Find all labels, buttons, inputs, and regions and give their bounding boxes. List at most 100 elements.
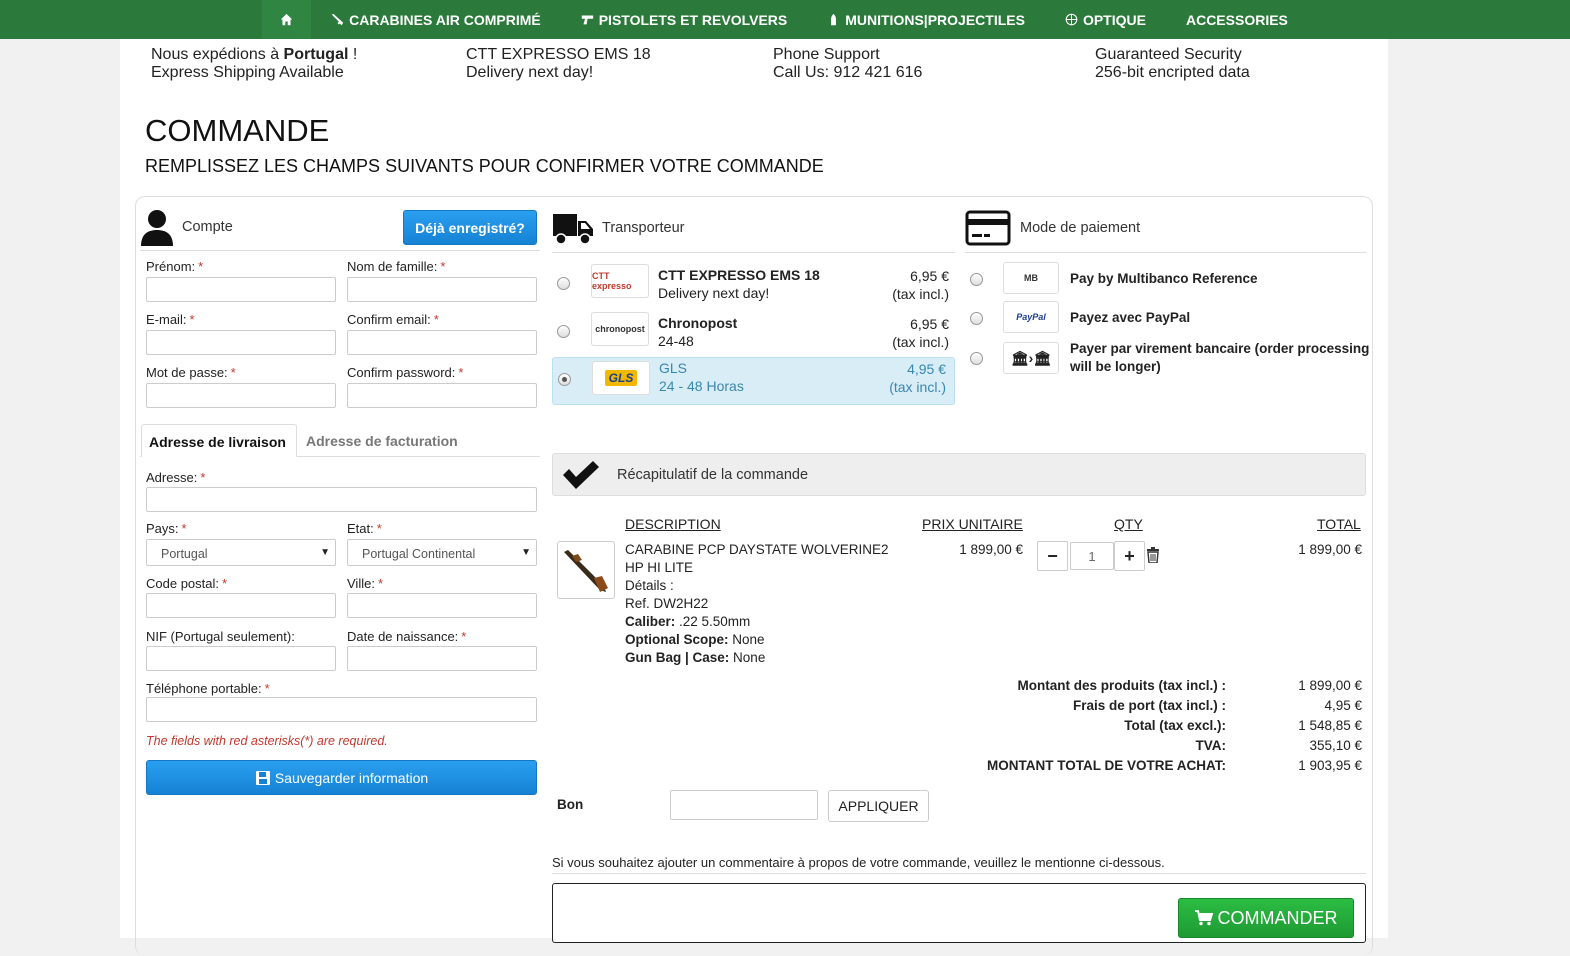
password-label: Mot de passe: *	[146, 365, 236, 380]
already-registered-button[interactable]: Déjà enregistré?	[403, 210, 537, 245]
nav-optics[interactable]: OPTIQUE	[1045, 0, 1166, 39]
email-input[interactable]	[146, 330, 336, 355]
nav-rifles[interactable]: CARABINES AIR COMPRIMÉ	[311, 0, 561, 39]
carrier-tax-note: (tax incl.)	[889, 379, 946, 395]
password-input[interactable]	[146, 383, 336, 408]
required-asterisk: *	[222, 576, 228, 591]
multibanco-logo: MB	[1003, 262, 1059, 294]
totals-products-value: 1 899,00 €	[1298, 678, 1362, 693]
product-unit-price: 1 899,00 €	[959, 542, 1023, 557]
carrier-option-ctt[interactable]: CTT expresso CTT EXPRESSO EMS 18 Deliver…	[552, 260, 955, 308]
info-security-line2: 256-bit encripted data	[1095, 64, 1250, 81]
info-shipping-country: Portugal	[283, 46, 349, 63]
gls-logo: GLS	[592, 361, 650, 395]
required-asterisk: *	[189, 312, 195, 327]
carrier-radio-chronopost[interactable]	[557, 325, 570, 338]
delete-item-button[interactable]	[1146, 547, 1160, 568]
postal-input[interactable]	[146, 593, 336, 618]
birthdate-label: Date de naissance: *	[347, 629, 466, 644]
place-order-button[interactable]: COMMANDER	[1178, 898, 1354, 938]
product-name[interactable]: CARABINE PCP DAYSTATE WOLVERINE2 HP HI L…	[625, 541, 895, 577]
required-asterisk: *	[264, 681, 270, 696]
confirm-email-label: Confirm email: *	[347, 312, 439, 327]
confirm-password-input[interactable]	[347, 383, 537, 408]
carrier-radio-gls[interactable]	[558, 373, 571, 386]
product-details-link[interactable]: Détails :	[625, 577, 895, 595]
payment-option-paypal[interactable]: PayPal Payez avec PayPal	[965, 301, 1365, 335]
info-shipping: Nous expédions à Portugal ! Express Ship…	[151, 46, 411, 82]
payment-header: Mode de paiement	[965, 203, 1366, 253]
voucher-input[interactable]	[670, 790, 818, 820]
carrier-option-gls[interactable]: GLS GLS 24 - 48 Horas 4,95 € (tax incl.)	[552, 357, 955, 405]
carrier-price-value: 6,95 €	[910, 316, 949, 332]
address-input[interactable]	[146, 487, 537, 512]
carrier-desc: 24 - 48 Horas	[659, 378, 744, 394]
confirm-email-input[interactable]	[347, 330, 537, 355]
rifle-image	[564, 550, 608, 592]
phone-input[interactable]	[146, 697, 537, 722]
qty-input[interactable]: 1	[1070, 542, 1114, 570]
required-asterisk: *	[198, 259, 204, 274]
checkmark-icon	[563, 460, 599, 489]
country-label: Pays: *	[146, 521, 187, 536]
state-label: Etat: *	[347, 521, 382, 536]
nav-home[interactable]	[262, 0, 312, 39]
caliber-label: Caliber:	[625, 614, 676, 629]
totals-excl-label: Total (tax excl.):	[1124, 718, 1226, 733]
apply-voucher-button[interactable]: APPLIQUER	[828, 790, 929, 822]
country-select[interactable]: Portugal ▼	[146, 539, 336, 566]
carrier-price: 6,95 € (tax incl.)	[892, 267, 949, 303]
payment-name: Pay by Multibanco Reference	[1070, 271, 1258, 286]
payment-option-bank-transfer[interactable]: 🏛›🏛 Payer par virement bancaire (order p…	[965, 340, 1369, 380]
first-name-label-text: Prénom:	[146, 259, 196, 274]
info-carrier-line1: CTT EXPRESSO EMS 18	[466, 46, 651, 63]
ctt-logo: CTT expresso	[591, 264, 649, 298]
nav-ammo-label: MUNITIONS|PROJECTILES	[845, 11, 1025, 28]
qty-decrease-button[interactable]: −	[1037, 541, 1068, 571]
bag-value: None	[729, 650, 766, 665]
nif-input[interactable]	[146, 646, 336, 671]
phone-label-text: Téléphone portable:	[146, 681, 262, 696]
dropdown-arrow-icon: ▼	[521, 547, 531, 558]
payment-option-multibanco[interactable]: MB Pay by Multibanco Reference	[965, 262, 1365, 296]
payment-radio-bank-transfer[interactable]	[970, 352, 983, 365]
payment-radio-paypal[interactable]	[970, 312, 983, 325]
state-select[interactable]: Portugal Continental ▼	[347, 539, 537, 566]
carrier-price: 6,95 € (tax incl.)	[892, 315, 949, 351]
radio-selected-dot	[562, 377, 567, 382]
save-information-button[interactable]: Sauvegarder information	[146, 760, 537, 795]
nav-pistols[interactable]: PISTOLETS ET REVOLVERS	[561, 0, 808, 39]
carrier-option-chronopost[interactable]: chronopost Chronopost 24-48 6,95 € (tax i…	[552, 308, 955, 356]
nav-ammo[interactable]: MUNITIONS|PROJECTILES	[807, 0, 1045, 39]
save-information-label: Sauvegarder information	[274, 769, 429, 786]
payment-radio-multibanco[interactable]	[970, 273, 983, 286]
dropdown-arrow-icon: ▼	[320, 547, 330, 558]
carrier-radio-ctt[interactable]	[557, 277, 570, 290]
birthdate-label-text: Date de naissance:	[347, 629, 459, 644]
cart-icon	[1194, 910, 1213, 926]
nav-optics-label: OPTIQUE	[1082, 11, 1146, 28]
tab-shipping-address[interactable]: Adresse de livraison	[141, 424, 297, 457]
totals-grand-value: 1 903,95 €	[1298, 758, 1362, 773]
product-total: 1 899,00 €	[1298, 542, 1362, 557]
totals-grand-label: MONTANT TOTAL DE VOTRE ACHAT:	[987, 758, 1226, 773]
product-thumbnail[interactable]	[557, 541, 615, 599]
country-label-text: Pays:	[146, 521, 179, 536]
qty-increase-button[interactable]: +	[1114, 541, 1145, 571]
info-security: Guaranteed Security 256-bit encripted da…	[1095, 46, 1355, 82]
carrier-name: Chronopost	[658, 315, 738, 331]
phone-label: Téléphone portable: *	[146, 681, 270, 696]
last-name-input[interactable]	[347, 277, 537, 302]
password-label-text: Mot de passe:	[146, 365, 228, 380]
tab-billing-address[interactable]: Adresse de facturation	[299, 424, 458, 449]
page-subtitle: REMPLISSEZ LES CHAMPS SUIVANTS POUR CONF…	[145, 156, 824, 176]
info-phone-line2: Call Us: 912 421 616	[773, 64, 923, 81]
city-input[interactable]	[347, 593, 537, 618]
first-name-input[interactable]	[146, 277, 336, 302]
birthdate-input[interactable]	[347, 646, 537, 671]
nav-accessories[interactable]: ACCESSORIES	[1166, 0, 1308, 39]
payment-heading: Mode de paiement	[1020, 219, 1141, 236]
info-security-line1: Guaranteed Security	[1095, 46, 1242, 63]
required-asterisk: *	[181, 521, 187, 536]
payment-name: Payer par virement bancaire (order proce…	[1070, 341, 1370, 374]
